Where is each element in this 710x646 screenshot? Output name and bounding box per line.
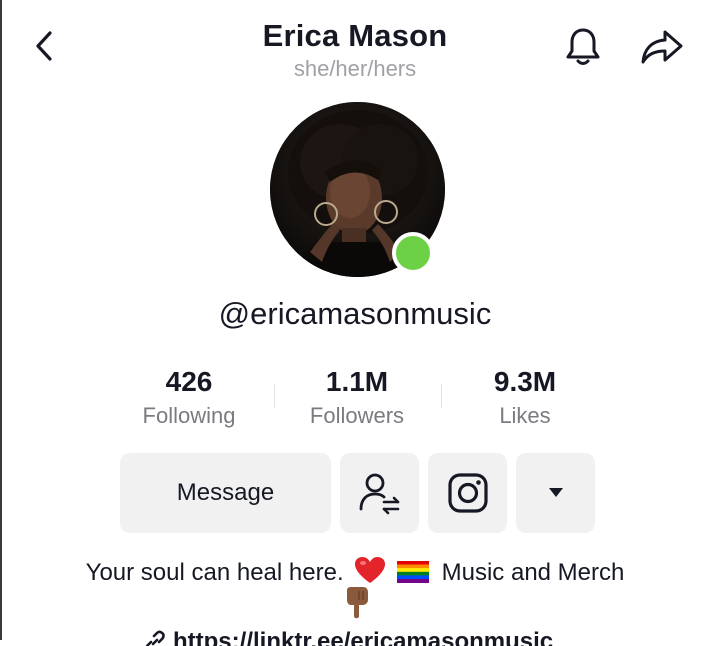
bio: Your soul can heal here. Music and Merch xyxy=(0,556,710,587)
following-count: 426 xyxy=(165,366,213,397)
profile-link-text: https://linktr.ee/ericamasonmusic xyxy=(173,628,554,646)
following-stat[interactable]: 426 Following xyxy=(104,364,274,432)
likes-count: 9.3M xyxy=(493,366,557,397)
likes-label: Likes xyxy=(499,403,551,428)
friend-suggestions-button[interactable] xyxy=(340,453,419,533)
followers-count: 1.1M xyxy=(325,366,389,397)
username: @ericamasonmusic xyxy=(218,296,492,331)
followers-label: Followers xyxy=(309,403,405,428)
bio-text-start: Your soul can heal here. xyxy=(85,559,344,586)
online-status-dot xyxy=(392,232,434,274)
followers-stat[interactable]: 1.1M Followers xyxy=(272,364,442,432)
caret-down-icon xyxy=(548,488,563,497)
pointing-down-emoji-icon xyxy=(347,587,368,619)
bell-icon xyxy=(566,28,600,65)
share-button[interactable] xyxy=(638,24,686,70)
instagram-icon xyxy=(447,473,488,513)
message-button[interactable]: Message xyxy=(120,453,331,533)
person-swap-icon xyxy=(359,473,399,515)
share-arrow-icon xyxy=(641,30,683,64)
red-heart-emoji-icon xyxy=(355,557,386,583)
notifications-button[interactable] xyxy=(560,24,606,70)
more-options-button[interactable] xyxy=(516,453,595,533)
link-icon xyxy=(145,630,165,646)
instagram-button[interactable] xyxy=(428,453,507,533)
likes-stat[interactable]: 9.3M Likes xyxy=(440,364,610,432)
bio-text-end: Music and Merch xyxy=(441,559,625,586)
rainbow-flag-emoji-icon xyxy=(396,561,429,583)
following-label: Following xyxy=(142,403,236,428)
profile-link[interactable]: https://linktr.ee/ericamasonmusic xyxy=(143,626,583,646)
